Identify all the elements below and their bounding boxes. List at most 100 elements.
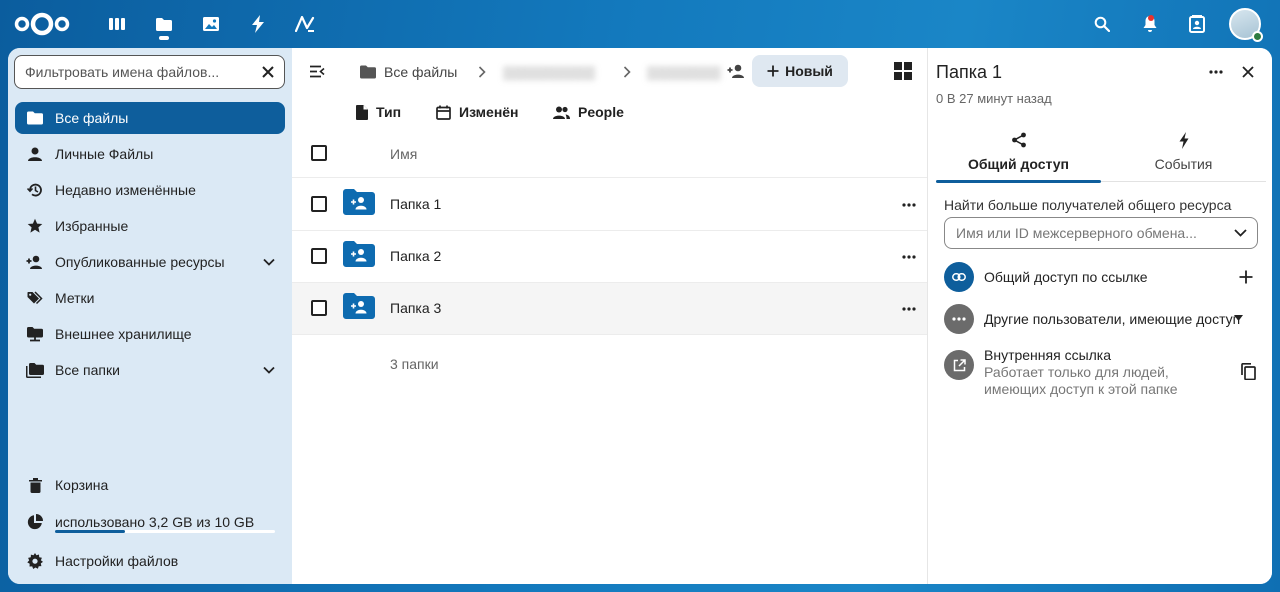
chevron-down-icon[interactable] — [257, 250, 281, 274]
caret-down-icon[interactable] — [1234, 315, 1243, 321]
nav-item-external-storage[interactable]: Внешнее хранилище — [15, 318, 285, 350]
top-header — [0, 0, 1280, 48]
tab-activity[interactable]: События — [1101, 126, 1266, 182]
filters-row: Тип Изменён People — [292, 94, 927, 130]
share-entry-others[interactable]: Другие пользователи, имеющие доступ — [944, 304, 1266, 334]
nav-item-label: Опубликованные ресурсы — [55, 254, 225, 270]
breadcrumb-root[interactable]: Все файлы — [360, 56, 457, 88]
nav-item-favorites[interactable]: Избранные — [15, 210, 285, 242]
filter-people-label: People — [578, 104, 624, 120]
folder-icon — [25, 108, 45, 128]
breadcrumb-level-1[interactable]: ▒▒▒▒▒▒▒▒▒▒ — [503, 56, 595, 88]
open-in-new-icon — [944, 350, 974, 380]
nav-item-label: Настройки файлов — [55, 553, 179, 569]
column-name-header[interactable]: Имя — [390, 146, 417, 162]
storage-quota: использовано 3,2 GB из 10 GB — [15, 506, 285, 538]
breadcrumb-root-label: Все файлы — [384, 64, 458, 80]
nav-item-label: Внешнее хранилище — [55, 326, 192, 342]
bell-icon[interactable] — [1134, 0, 1166, 48]
nav-item-tags[interactable]: Метки — [15, 282, 285, 314]
avatar[interactable] — [1229, 8, 1263, 42]
more-actions-icon[interactable] — [893, 191, 925, 219]
row-checkbox[interactable] — [311, 300, 327, 316]
user-icon — [25, 144, 45, 164]
files-app-icon[interactable] — [147, 0, 181, 48]
row-checkbox[interactable] — [311, 196, 327, 212]
select-all-checkbox[interactable] — [311, 145, 327, 161]
filter-input[interactable] — [25, 64, 258, 80]
nextcloud-logo[interactable] — [10, 0, 74, 48]
file-row[interactable]: Папка 3 — [292, 283, 927, 335]
share-icon — [1011, 130, 1027, 150]
details-sidebar: Папка 1 0 В 27 минут назад Общий доступ … — [927, 48, 1272, 584]
notes-app-icon[interactable] — [288, 0, 322, 48]
activity-icon — [1179, 130, 1189, 150]
filter-modified-button[interactable]: Изменён — [436, 96, 519, 128]
add-link-plus-icon[interactable] — [1234, 265, 1258, 289]
more-actions-icon[interactable] — [1202, 60, 1230, 84]
close-icon[interactable] — [258, 62, 278, 82]
filter-field[interactable] — [14, 55, 285, 89]
new-button[interactable]: Новый — [752, 55, 848, 87]
more-actions-icon[interactable] — [893, 243, 925, 271]
file-name[interactable]: Папка 3 — [390, 300, 441, 316]
more-horizontal-icon — [944, 304, 974, 334]
share-link-label: Общий доступ по ссылке — [984, 269, 1148, 285]
row-checkbox[interactable] — [311, 248, 327, 264]
close-icon[interactable] — [1234, 60, 1262, 84]
copy-icon[interactable] — [1236, 359, 1260, 383]
app-navigation: Все файлы Личные Файлы Недавно изменённы… — [8, 48, 292, 584]
filter-type-button[interactable]: Тип — [356, 96, 401, 128]
share-entry-link: Общий доступ по ссылке — [944, 262, 1266, 292]
shared-folder-icon — [343, 293, 375, 325]
activity-app-icon[interactable] — [241, 0, 275, 48]
menu-collapse-icon[interactable] — [302, 57, 332, 85]
more-actions-icon[interactable] — [893, 295, 925, 323]
tab-activity-label: События — [1154, 156, 1213, 172]
nav-item-personal-files[interactable]: Личные Файлы — [15, 138, 285, 170]
file-row[interactable]: Папка 2 — [292, 231, 927, 283]
nav-item-trash[interactable]: Корзина — [15, 469, 285, 501]
new-button-label: Новый — [785, 63, 833, 79]
grid-view-icon[interactable] — [890, 58, 916, 84]
shared-folder-icon — [343, 189, 375, 221]
contacts-icon[interactable] — [1181, 0, 1213, 48]
internal-link-description: Работает только для людей, имеющих досту… — [984, 364, 1178, 397]
filter-modified-label: Изменён — [459, 104, 519, 120]
sidebar-tabs: Общий доступ События — [936, 126, 1266, 183]
files-list-area: Все файлы ▒▒▒▒▒▒▒▒▒▒ ▒▒▒▒▒▒▒▒ Новый Тип … — [292, 48, 927, 584]
files-app: Все файлы Личные Файлы Недавно изменённы… — [8, 48, 1272, 584]
search-icon[interactable] — [1086, 0, 1118, 48]
external-storage-icon — [25, 324, 45, 344]
folder-icon — [360, 65, 376, 79]
notification-dot — [1148, 15, 1154, 21]
share-person-icon[interactable] — [724, 58, 748, 84]
file-name[interactable]: Папка 2 — [390, 248, 441, 264]
tab-sharing[interactable]: Общий доступ — [936, 126, 1101, 183]
user-menu[interactable] — [1228, 0, 1263, 48]
quota-progress-fill — [55, 530, 126, 533]
nav-item-label: Все файлы — [55, 110, 129, 126]
nav-item-label: Избранные — [55, 218, 129, 234]
breadcrumb-level-2[interactable]: ▒▒▒▒▒▒▒▒ — [647, 56, 721, 88]
share-entry-internal: Внутренняя ссылка Работает только для лю… — [944, 347, 1266, 398]
share-recipient-select[interactable]: Имя или ID межсерверного обмена... — [944, 217, 1258, 249]
internal-link-text: Внутренняя ссылка Работает только для лю… — [984, 347, 1236, 398]
nav-item-all-folders[interactable]: Все папки — [15, 354, 285, 386]
filter-people-button[interactable]: People — [553, 96, 624, 128]
online-status-dot — [1252, 31, 1263, 42]
photos-app-icon[interactable] — [194, 0, 228, 48]
chevron-down-icon[interactable] — [257, 358, 281, 382]
nav-item-shares[interactable]: Опубликованные ресурсы — [15, 246, 285, 278]
file-name[interactable]: Папка 1 — [390, 196, 441, 212]
files-toolbar: Все файлы ▒▒▒▒▒▒▒▒▒▒ ▒▒▒▒▒▒▒▒ Новый — [292, 48, 927, 94]
file-row[interactable]: Папка 1 — [292, 179, 927, 231]
share-recipient-placeholder: Имя или ID межсерверного обмена... — [956, 225, 1197, 241]
nav-item-settings[interactable]: Настройки файлов — [15, 545, 285, 577]
dashboard-app-icon[interactable] — [100, 0, 134, 48]
nav-item-all-files[interactable]: Все файлы — [15, 102, 285, 134]
filter-type-label: Тип — [376, 104, 402, 120]
share-others-label: Другие пользователи, имеющие доступ — [984, 311, 1241, 327]
nav-item-recent[interactable]: Недавно изменённые — [15, 174, 285, 206]
plus-icon — [767, 65, 779, 77]
